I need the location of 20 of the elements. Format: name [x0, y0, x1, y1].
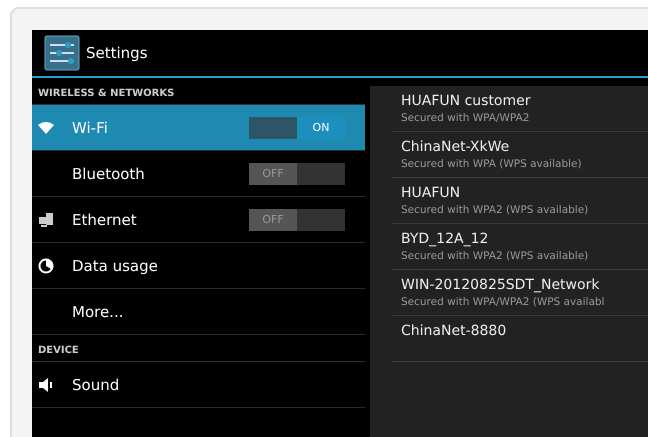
section-header: DEVICE: [32, 335, 365, 362]
settings-icon[interactable]: [44, 35, 80, 71]
pie-icon: [38, 258, 54, 274]
settings-item[interactable]: Data usage: [32, 243, 365, 289]
toggle-switch[interactable]: ON: [249, 116, 345, 138]
app-title: Settings: [86, 44, 148, 62]
network-item[interactable]: HUAFUN customer Secured with WPA/WPA2: [392, 86, 648, 132]
network-item[interactable]: WIN-20120825SDT_Network Secured with WPA/WPA2 (WPS availabl: [392, 270, 648, 316]
network-item[interactable]: ChinaNet-XkWe Secured with WPA (WPS available): [392, 132, 648, 178]
settings-item[interactable]: Bluetooth OFF: [32, 151, 365, 197]
settings-item[interactable]: Sound: [32, 362, 365, 408]
wifi-icon: [38, 122, 54, 134]
settings-item[interactable]: Ethernet OFF: [32, 197, 365, 243]
network-item[interactable]: ChinaNet-8880: [392, 316, 648, 362]
network-item[interactable]: HUAFUN Secured with WPA2 (WPS available): [392, 178, 648, 224]
settings-item[interactable]: Wi-Fi ON: [32, 105, 365, 151]
settings-item[interactable]: More...: [32, 289, 365, 335]
network-item[interactable]: BYD_12A_12 Secured with WPA2 (WPS available): [392, 224, 648, 270]
speaker-icon: [38, 376, 54, 392]
computer-icon: [38, 212, 54, 228]
